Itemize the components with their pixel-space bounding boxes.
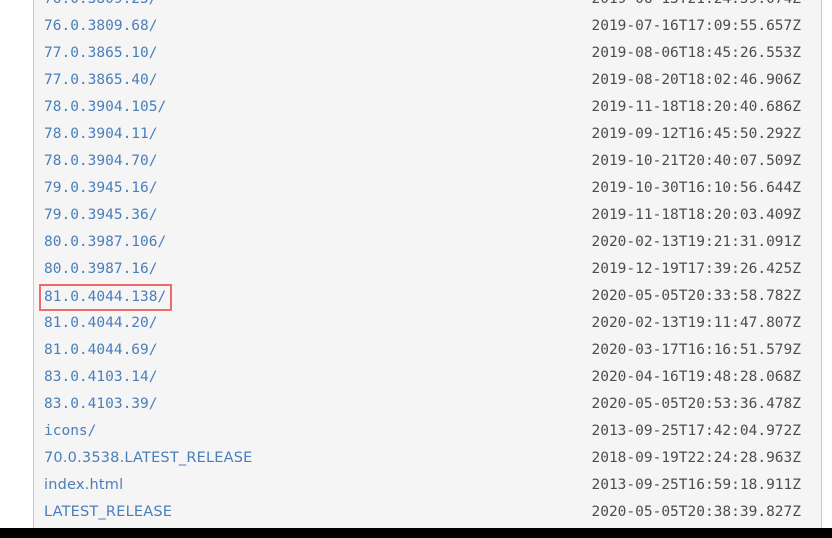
- directory-link[interactable]: 80.0.3987.106/: [44, 229, 166, 256]
- screen: 76.0.3809.25/2019-06-13T21:24:59.074Z76.…: [0, 0, 832, 538]
- directory-row[interactable]: 83.0.4103.39/2020-05-05T20:53:36.478Z: [34, 391, 821, 418]
- directory-row[interactable]: icons/2013-09-25T17:42:04.972Z: [34, 418, 821, 445]
- directory-row[interactable]: LATEST_RELEASE 2020-05-05T20:38:39.827Z: [34, 499, 821, 526]
- last-modified-timestamp: 2019-08-20T18:02:46.906Z: [591, 72, 801, 88]
- directory-row[interactable]: 78.0.3904.11/2019-09-12T16:45:50.292Z: [34, 121, 821, 148]
- last-modified-timestamp: 2020-04-16T19:48:28.068Z: [591, 369, 801, 385]
- directory-link[interactable]: 76.0.3809.68/: [44, 13, 158, 40]
- directory-row[interactable]: 80.0.3987.106/2020-02-13T19:21:31.091Z: [34, 229, 821, 256]
- directory-listing[interactable]: 76.0.3809.25/2019-06-13T21:24:59.074Z76.…: [34, 0, 821, 528]
- directory-row[interactable]: 78.0.3904.105/2019-11-18T18:20:40.686Z: [34, 94, 821, 121]
- directory-link[interactable]: 79.0.3945.16/: [44, 175, 158, 202]
- directory-link[interactable]: icons/: [44, 418, 96, 445]
- directory-row[interactable]: 81.0.4044.20/2020-02-13T19:11:47.807Z: [34, 310, 821, 337]
- file-link[interactable]: 70.0.3538.LATEST_RELEASE: [44, 445, 253, 472]
- directory-link[interactable]: 78.0.3904.70/: [44, 148, 158, 175]
- last-modified-timestamp: 2013-09-25T16:59:18.911Z: [591, 477, 801, 493]
- last-modified-timestamp: 2019-11-18T18:20:40.686Z: [591, 99, 801, 115]
- directory-link[interactable]: 83.0.4103.39/: [44, 391, 158, 418]
- directory-row[interactable]: 77.0.3865.40/2019-08-20T18:02:46.906Z: [34, 67, 821, 94]
- last-modified-timestamp: 2019-10-30T16:10:56.644Z: [591, 180, 801, 196]
- directory-row[interactable]: 77.0.3865.10/2019-08-06T18:45:26.553Z: [34, 40, 821, 67]
- directory-row[interactable]: 79.0.3945.16/2019-10-30T16:10:56.644Z: [34, 175, 821, 202]
- last-modified-timestamp: 2020-05-05T20:53:36.478Z: [591, 396, 801, 412]
- directory-link[interactable]: 77.0.3865.40/: [44, 67, 158, 94]
- directory-row[interactable]: 76.0.3809.25/2019-06-13T21:24:59.074Z: [34, 0, 821, 13]
- directory-row[interactable]: index.html 2013-09-25T16:59:18.911Z: [34, 472, 821, 499]
- directory-link[interactable]: 77.0.3865.10/: [44, 40, 158, 67]
- directory-link[interactable]: 81.0.4044.138/: [38, 284, 173, 311]
- directory-row[interactable]: 81.0.4044.69/2020-03-17T16:16:51.579Z: [34, 337, 821, 364]
- last-modified-timestamp: 2020-05-05T20:38:39.827Z: [591, 504, 801, 520]
- last-modified-timestamp: 2020-05-05T20:33:58.782Z: [591, 288, 801, 304]
- last-modified-timestamp: 2020-03-17T16:16:51.579Z: [591, 342, 801, 358]
- right-gutter: [822, 0, 832, 528]
- directory-link[interactable]: 78.0.3904.105/: [44, 94, 166, 121]
- left-gutter: [0, 0, 33, 528]
- last-modified-timestamp: 2019-12-19T17:39:26.425Z: [591, 261, 801, 277]
- directory-link[interactable]: 79.0.3945.36/: [44, 202, 158, 229]
- last-modified-timestamp: 2018-09-19T22:24:28.963Z: [591, 450, 801, 466]
- bottom-bar: [0, 528, 832, 538]
- last-modified-timestamp: 2020-02-13T19:21:31.091Z: [591, 234, 801, 250]
- last-modified-timestamp: 2013-09-25T17:42:04.972Z: [591, 423, 801, 439]
- last-modified-timestamp: 2019-06-13T21:24:59.074Z: [591, 0, 801, 13]
- last-modified-timestamp: 2019-08-06T18:45:26.553Z: [591, 45, 801, 61]
- last-modified-timestamp: 2020-02-13T19:11:47.807Z: [591, 315, 801, 331]
- directory-link[interactable]: 80.0.3987.16/: [44, 256, 158, 283]
- file-link[interactable]: LATEST_RELEASE: [44, 499, 172, 526]
- last-modified-timestamp: 2019-11-18T18:20:03.409Z: [591, 207, 801, 223]
- directory-link[interactable]: 78.0.3904.11/: [44, 121, 158, 148]
- last-modified-timestamp: 2019-07-16T17:09:55.657Z: [591, 18, 801, 34]
- directory-link[interactable]: 81.0.4044.69/: [44, 337, 158, 364]
- last-modified-timestamp: 2019-09-12T16:45:50.292Z: [591, 126, 801, 142]
- directory-row-list: 76.0.3809.25/2019-06-13T21:24:59.074Z76.…: [34, 0, 821, 528]
- file-link[interactable]: index.html: [44, 472, 123, 499]
- directory-link[interactable]: 76.0.3809.25/: [44, 0, 158, 13]
- directory-link[interactable]: 83.0.4103.14/: [44, 364, 158, 391]
- last-modified-timestamp: 2019-10-21T20:40:07.509Z: [591, 153, 801, 169]
- directory-row-highlighted[interactable]: 81.0.4044.138/2020-05-05T20:33:58.782Z: [34, 283, 821, 311]
- directory-row[interactable]: 79.0.3945.36/2019-11-18T18:20:03.409Z: [34, 202, 821, 229]
- directory-row[interactable]: 70.0.3538.LATEST_RELEASE 2018-09-19T22:24…: [34, 445, 821, 472]
- directory-row[interactable]: 83.0.4103.14/2020-04-16T19:48:28.068Z: [34, 364, 821, 391]
- directory-row[interactable]: 80.0.3987.16/2019-12-19T17:39:26.425Z: [34, 256, 821, 283]
- directory-row[interactable]: 76.0.3809.68/2019-07-16T17:09:55.657Z: [34, 13, 821, 40]
- directory-row[interactable]: 78.0.3904.70/2019-10-21T20:40:07.509Z: [34, 148, 821, 175]
- directory-link[interactable]: 81.0.4044.20/: [44, 310, 158, 337]
